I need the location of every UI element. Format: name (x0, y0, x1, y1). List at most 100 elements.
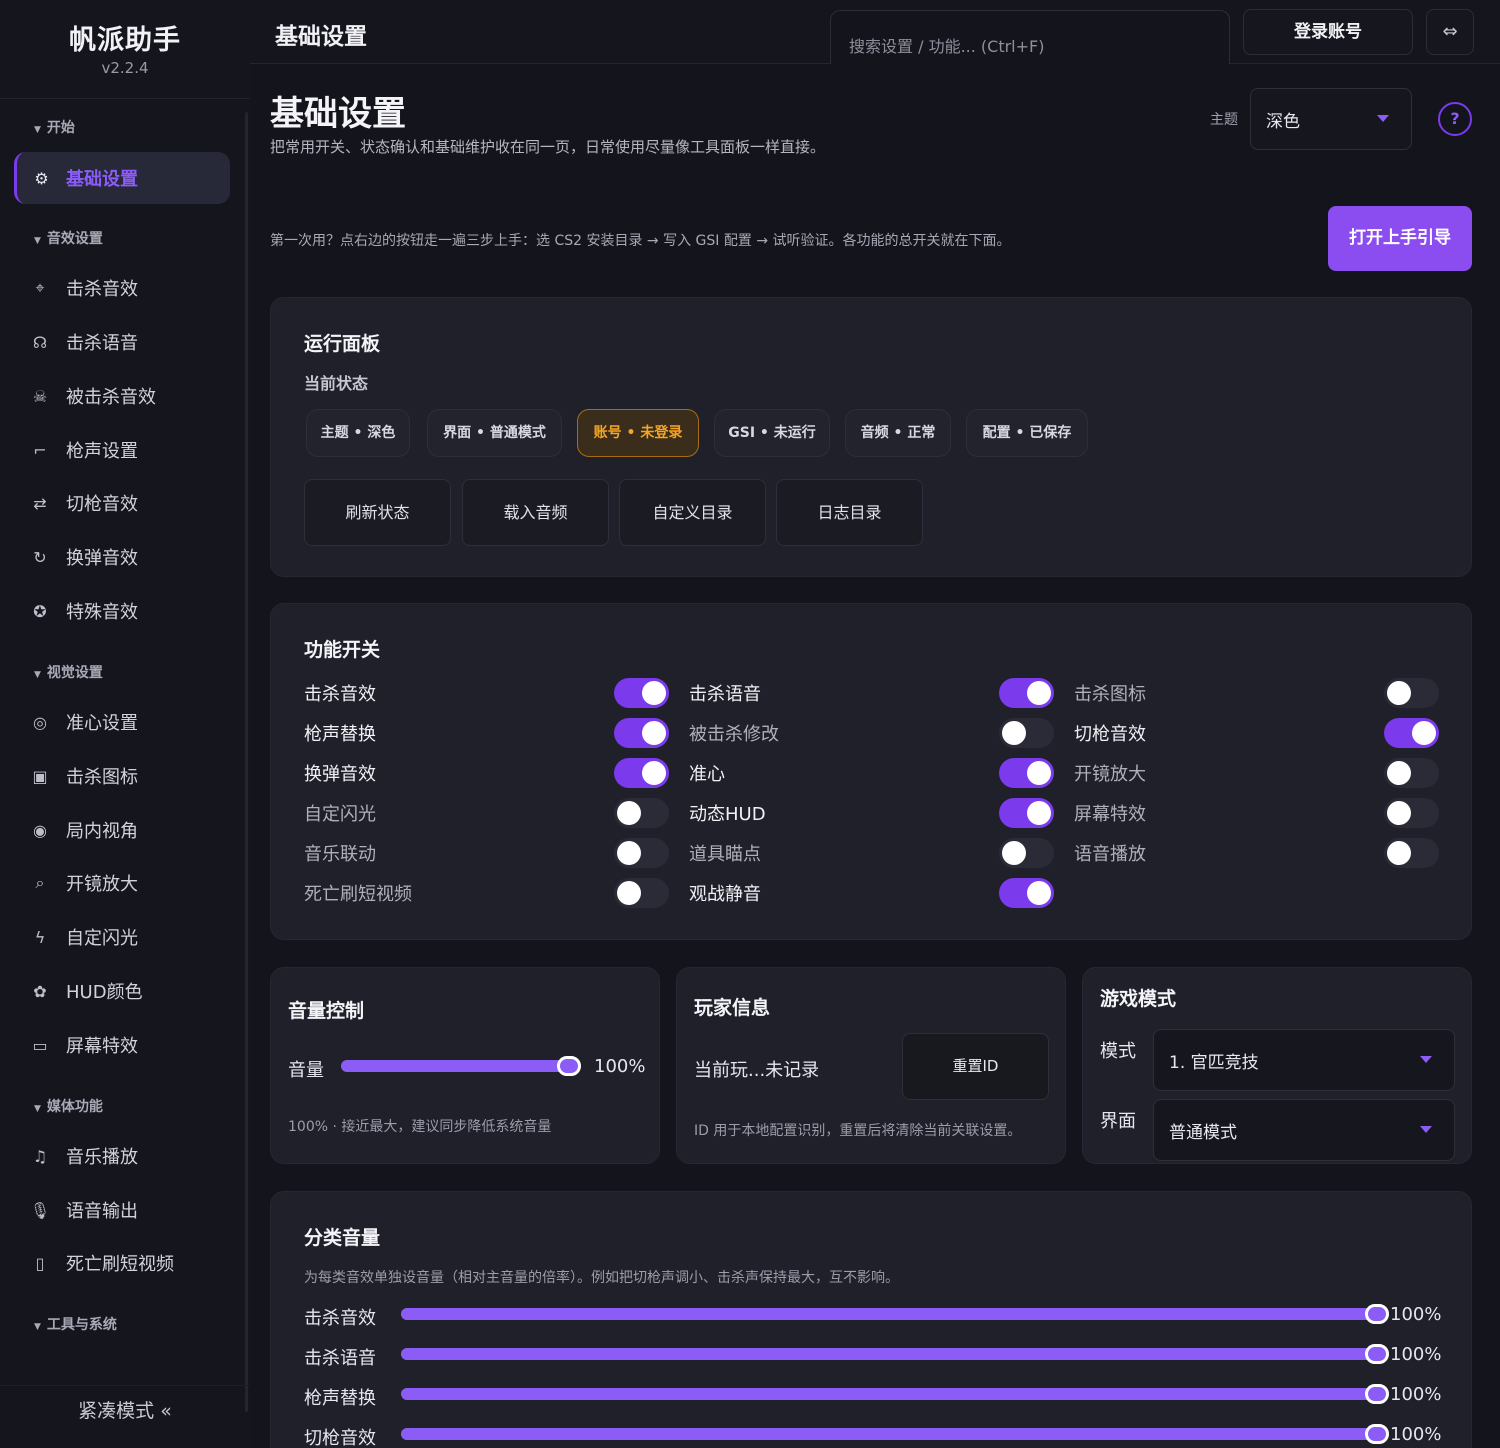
feature-toggle-switch[interactable] (614, 838, 669, 868)
sidebar-item-kill-sound[interactable]: ⌖ 击杀音效 (14, 262, 230, 314)
feature-toggle-row[interactable]: 死亡刷短视频 (304, 876, 669, 910)
feature-toggle-row[interactable]: 自定闪光 (304, 796, 669, 830)
toggle-knob (1027, 881, 1051, 905)
feature-toggle-row[interactable]: 切枪音效 (1074, 716, 1439, 750)
feature-toggle-switch[interactable] (1384, 678, 1439, 708)
feature-toggle-row[interactable]: 音乐联动 (304, 836, 669, 870)
sidebar-item-hud-color[interactable]: ✿ HUD颜色 (14, 965, 230, 1017)
sidebar-item-crosshair[interactable]: ◎ 准心设置 (14, 696, 230, 748)
sidebar-item-death-sound[interactable]: ☠ 被击杀音效 (14, 370, 230, 422)
section-media[interactable]: ▼ 媒体功能 (34, 1096, 103, 1116)
sidebar-item-music[interactable]: ♫ 音乐播放 (14, 1130, 230, 1182)
custom-dir-button[interactable]: 自定义目录 (619, 479, 766, 546)
feature-toggle-switch[interactable] (1384, 758, 1439, 788)
mode-select[interactable]: 1. 官匹竞技 (1153, 1029, 1455, 1091)
feature-toggle-switch[interactable] (999, 798, 1054, 828)
feature-toggle-row[interactable]: 被击杀修改 (689, 716, 1054, 750)
feature-toggle-row[interactable]: 观战静音 (689, 876, 1054, 910)
sidebar-item-screen-effect[interactable]: ▭ 屏幕特效 (14, 1019, 230, 1071)
sidebar-item-voice-out[interactable]: 🎙 语音输出 (14, 1184, 230, 1236)
load-audio-button[interactable]: 载入音频 (462, 479, 609, 546)
toggle-knob (642, 721, 666, 745)
open-guide-button[interactable]: 打开上手引导 (1328, 206, 1472, 271)
slider-thumb[interactable] (1365, 1424, 1389, 1444)
feature-toggle-switch[interactable] (614, 678, 669, 708)
category-volume-slider[interactable] (401, 1424, 1389, 1444)
master-volume-slider[interactable] (341, 1056, 581, 1076)
category-volume-slider[interactable] (401, 1384, 1389, 1404)
feature-toggle-switch[interactable] (614, 758, 669, 788)
feature-toggle-switch[interactable] (1384, 718, 1439, 748)
status-pill-audio: 音频 • 正常 (845, 409, 951, 457)
section-visual[interactable]: ▼ 视觉设置 (34, 662, 103, 682)
slider-thumb[interactable] (1365, 1384, 1389, 1404)
feature-toggle-switch[interactable] (1384, 798, 1439, 828)
feature-toggle-switch[interactable] (999, 878, 1054, 908)
slider-fill (401, 1308, 1377, 1320)
swap-layout-icon[interactable]: ⇔ (1426, 9, 1474, 55)
category-volume-label: 枪声替换 (304, 1388, 376, 1409)
feature-toggle-switch[interactable] (999, 838, 1054, 868)
toggle-knob (1002, 841, 1026, 865)
category-volume-slider[interactable] (401, 1344, 1389, 1364)
login-button[interactable]: 登录账号 (1243, 9, 1413, 55)
feature-toggle-row[interactable]: 开镜放大 (1074, 756, 1439, 790)
feature-toggle-label: 屏幕特效 (1074, 804, 1146, 825)
section-start[interactable]: ▼ 开始 (34, 117, 75, 137)
feature-toggle-row[interactable]: 动态HUD (689, 796, 1054, 830)
reset-id-button[interactable]: 重置ID (902, 1033, 1049, 1100)
feature-toggle-row[interactable]: 语音播放 (1074, 836, 1439, 870)
sidebar-item-special-sound[interactable]: ✪ 特殊音效 (14, 585, 230, 637)
feature-toggle-row[interactable]: 枪声替换 (304, 716, 669, 750)
player-title: 玩家信息 (694, 997, 771, 1019)
category-volume-value: 100% (1390, 1344, 1442, 1365)
feature-toggle-switch[interactable] (1384, 838, 1439, 868)
toggle-knob (642, 681, 666, 705)
sidebar-item-switch-sound[interactable]: ⇄ 切枪音效 (14, 477, 230, 529)
section-sound[interactable]: ▼ 音效设置 (34, 228, 103, 248)
status-pill-gsi: GSI • 未运行 (714, 409, 830, 457)
collapse-triangle-icon: ▼ (34, 1104, 41, 1114)
feature-toggle-switch[interactable] (999, 678, 1054, 708)
search-input[interactable]: 搜索设置 / 功能... (Ctrl+F) (830, 10, 1230, 64)
slider-thumb[interactable] (1365, 1344, 1389, 1364)
sidebar-item-death-video[interactable]: ▯ 死亡刷短视频 (14, 1237, 230, 1289)
monitor-icon: ▭ (32, 1035, 48, 1055)
feature-toggle-row[interactable]: 换弹音效 (304, 756, 669, 790)
sidebar-item-gun-sound[interactable]: ⌐ 枪声设置 (14, 424, 230, 476)
player-hint: ID 用于本地配置识别，重置后将清除当前关联设置。 (694, 1123, 1022, 1139)
sidebar-scrollbar[interactable] (245, 112, 248, 1412)
theme-select[interactable]: 深色 (1250, 88, 1412, 150)
sidebar-item-basic-settings[interactable]: ⚙ 基础设置 (14, 152, 230, 204)
feature-toggle-row[interactable]: 击杀音效 (304, 676, 669, 710)
feature-toggle-switch[interactable] (614, 798, 669, 828)
help-icon[interactable]: ? (1438, 102, 1472, 136)
sidebar-item-kill-icon[interactable]: ▣ 击杀图标 (14, 750, 230, 802)
sidebar-item-reload-sound[interactable]: ↻ 换弹音效 (14, 531, 230, 583)
feature-toggle-switch[interactable] (614, 718, 669, 748)
slider-thumb[interactable] (1365, 1304, 1389, 1324)
feature-toggle-row[interactable]: 屏幕特效 (1074, 796, 1439, 830)
refresh-status-button[interactable]: 刷新状态 (304, 479, 451, 546)
compact-mode-toggle[interactable]: 紧凑模式 « (0, 1396, 250, 1423)
toggle-knob (1387, 801, 1411, 825)
feature-toggle-switch[interactable] (999, 718, 1054, 748)
feature-toggle-switch[interactable] (614, 878, 669, 908)
sidebar-item-flash[interactable]: ϟ 自定闪光 (14, 911, 230, 963)
feature-toggle-row[interactable]: 准心 (689, 756, 1054, 790)
feature-toggle-row[interactable]: 道具瞄点 (689, 836, 1054, 870)
feature-toggle-switch[interactable] (999, 758, 1054, 788)
category-volume-slider[interactable] (401, 1304, 1389, 1324)
toggle-knob (1027, 801, 1051, 825)
sidebar-item-zoom[interactable]: ⌕ 开镜放大 (14, 857, 230, 909)
phone-icon: ▯ (35, 1253, 45, 1273)
ui-mode-select[interactable]: 普通模式 (1153, 1099, 1455, 1161)
feature-toggle-row[interactable]: 击杀语音 (689, 676, 1054, 710)
run-panel-title: 运行面板 (304, 333, 381, 355)
sidebar-item-kill-voice[interactable]: ☊ 击杀语音 (14, 316, 230, 368)
slider-thumb[interactable] (557, 1056, 581, 1076)
sidebar-item-view[interactable]: ◉ 局内视角 (14, 804, 230, 856)
log-dir-button[interactable]: 日志目录 (776, 479, 923, 546)
section-tools[interactable]: ▼ 工具与系统 (34, 1314, 117, 1334)
feature-toggle-row[interactable]: 击杀图标 (1074, 676, 1439, 710)
